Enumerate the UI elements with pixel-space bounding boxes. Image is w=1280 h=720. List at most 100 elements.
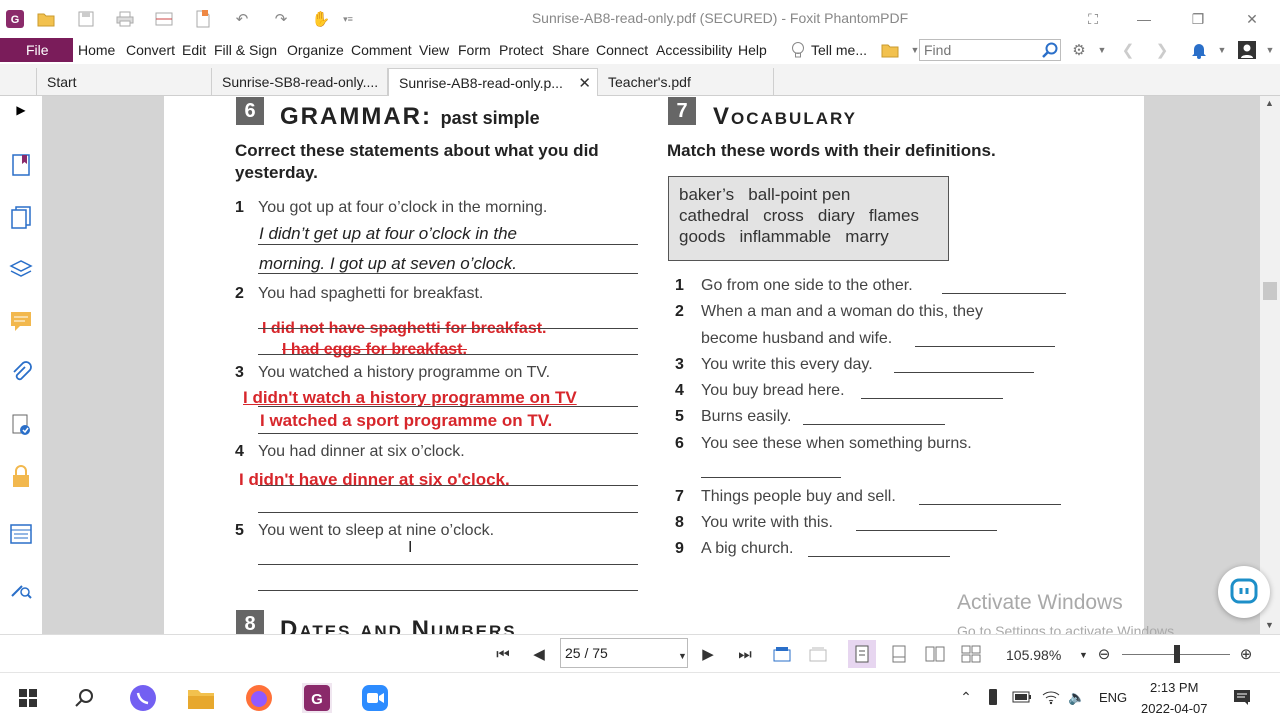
document-viewport[interactable]: 6 Grammar: past simple Correct these sta… (42, 96, 1260, 634)
security-lock-icon[interactable] (7, 463, 35, 491)
word-bank-line: baker’s ball-point pen (679, 185, 851, 204)
next-page-icon[interactable]: ▶ (697, 643, 719, 665)
zoom-app-icon[interactable] (360, 683, 390, 713)
open-folder-icon[interactable] (36, 9, 56, 29)
scan-icon[interactable] (154, 9, 174, 29)
tab-teachers-pdf[interactable]: Teacher's.pdf (598, 68, 774, 96)
zoom-out-icon[interactable]: ⊖ (1093, 643, 1115, 665)
account-dropdown-icon[interactable]: ▼ (1260, 40, 1280, 60)
input-language[interactable]: ENG (1099, 690, 1127, 705)
layers-icon[interactable] (7, 255, 35, 283)
chat-assistant-button[interactable] (1218, 566, 1270, 618)
usb-device-icon[interactable] (983, 687, 1003, 707)
firefox-icon[interactable] (244, 683, 274, 713)
bell-icon[interactable] (1189, 40, 1209, 60)
menu-fill-sign[interactable]: Fill & Sign (214, 42, 277, 58)
viber-app-icon[interactable] (128, 683, 158, 713)
comments-icon[interactable] (7, 307, 35, 335)
menu-form[interactable]: Form (458, 42, 491, 58)
vocab-q3-text: You write this every day. (701, 356, 873, 373)
answer-line (258, 273, 638, 274)
foxit-logo-icon: G (5, 9, 25, 29)
forward-arrow-icon[interactable]: ❯ (1152, 40, 1172, 60)
menu-home[interactable]: Home (78, 42, 115, 58)
volume-icon[interactable]: 🔈 (1067, 687, 1087, 707)
menu-view[interactable]: View (419, 42, 449, 58)
new-document-icon[interactable] (193, 9, 213, 29)
close-window-button[interactable]: ✕ (1241, 8, 1263, 30)
clock-time[interactable]: 2:13 PM (1150, 680, 1198, 695)
continuous-view-icon[interactable] (888, 643, 910, 665)
continuous-facing-view-icon[interactable] (960, 643, 982, 665)
pages-thumbnail-icon[interactable] (7, 203, 35, 231)
undo-icon[interactable]: ↶ (232, 9, 252, 29)
battery-icon[interactable] (1012, 687, 1032, 707)
gear-icon[interactable]: ⚙ (1069, 40, 1089, 60)
file-explorer-icon[interactable] (186, 683, 216, 713)
clock-date[interactable]: 2022-04-07 (1141, 701, 1208, 716)
minimize-button[interactable]: — (1133, 8, 1155, 30)
back-arrow-icon[interactable]: ❮ (1118, 40, 1138, 60)
folder-search-icon[interactable] (880, 40, 900, 60)
redo-icon[interactable]: ↷ (271, 9, 291, 29)
zoom-level[interactable]: 105.98% (1006, 647, 1061, 663)
scroll-up-arrow-icon[interactable]: ▲ (1265, 98, 1274, 108)
signature-icon[interactable] (7, 411, 35, 439)
windows-start-icon[interactable] (13, 683, 43, 713)
scrollbar-thumb[interactable] (1263, 282, 1277, 300)
single-page-view-icon[interactable] (848, 640, 876, 668)
vertical-scrollbar[interactable]: ▲ ▼ (1260, 96, 1280, 634)
menu-protect[interactable]: Protect (499, 42, 543, 58)
attachment-icon[interactable] (7, 359, 35, 387)
hand-tool-icon[interactable]: ✋ (311, 9, 331, 29)
menu-edit[interactable]: Edit (182, 42, 206, 58)
close-tab-icon[interactable]: ✕ (578, 74, 591, 92)
page-number-input[interactable] (560, 638, 688, 668)
print-icon[interactable] (115, 9, 135, 29)
zoom-slider-knob[interactable] (1174, 645, 1180, 663)
tab-sunrise-sb8[interactable]: Sunrise-SB8-read-only.... (212, 68, 388, 96)
tab-start[interactable]: Start (36, 68, 212, 96)
expand-pane-arrow-icon[interactable]: ▶ (7, 96, 35, 124)
notifications-icon[interactable] (1232, 687, 1252, 707)
menu-connect[interactable]: Connect (596, 42, 648, 58)
first-page-icon[interactable]: ⏮ (492, 643, 514, 665)
menu-comment[interactable]: Comment (351, 42, 412, 58)
menu-accessibility[interactable]: Accessibility (656, 42, 732, 58)
notification-dropdown-icon[interactable]: ▼ (1212, 40, 1232, 60)
menu-help[interactable]: Help (738, 42, 767, 58)
settings-dropdown-icon[interactable]: ▼ (1092, 40, 1112, 60)
menu-organize[interactable]: Organize (287, 42, 344, 58)
menu-share[interactable]: Share (552, 42, 589, 58)
fullscreen-icon[interactable]: ⛶ (1082, 8, 1104, 30)
grammar-q2-text: You had spaghetti for breakfast. (258, 285, 484, 302)
content-search-icon[interactable] (7, 574, 35, 602)
restore-button[interactable]: ❐ (1187, 8, 1209, 30)
zoom-dropdown-icon[interactable]: ▼ (1079, 650, 1088, 660)
student-answer-q4: I didn't have dinner at six o'clock. (239, 470, 510, 489)
bookmark-icon[interactable] (7, 151, 35, 179)
search-icon[interactable] (70, 683, 100, 713)
search-icon[interactable] (1040, 40, 1060, 60)
foxit-pdf-app-icon[interactable]: G (302, 683, 332, 713)
wifi-icon[interactable] (1041, 687, 1061, 707)
file-menu-button[interactable]: File (0, 38, 73, 62)
scroll-down-arrow-icon[interactable]: ▼ (1265, 620, 1274, 630)
zoom-in-icon[interactable]: ⊕ (1235, 643, 1257, 665)
menu-convert[interactable]: Convert (126, 42, 175, 58)
answer-line (258, 433, 638, 434)
tell-me-search[interactable]: Tell me... (811, 42, 867, 58)
customize-dropdown-icon[interactable]: ▾≡ (338, 9, 358, 29)
next-view-icon[interactable] (807, 643, 829, 665)
vocab-q2-text: When a man and a woman do this, they (701, 303, 983, 320)
previous-page-icon[interactable]: ◀ (528, 643, 550, 665)
user-account-icon[interactable] (1237, 40, 1257, 60)
page-dropdown-icon[interactable]: ▼ (678, 651, 687, 661)
save-icon[interactable] (76, 9, 96, 29)
form-fields-icon[interactable] (7, 520, 35, 548)
show-hidden-icons-icon[interactable]: ⌃ (956, 687, 976, 707)
tab-sunrise-ab8[interactable]: Sunrise-AB8-read-only.p... ✕ (388, 68, 598, 96)
facing-view-icon[interactable] (924, 643, 946, 665)
previous-view-icon[interactable] (771, 643, 793, 665)
last-page-icon[interactable]: ⏭ (734, 643, 756, 665)
